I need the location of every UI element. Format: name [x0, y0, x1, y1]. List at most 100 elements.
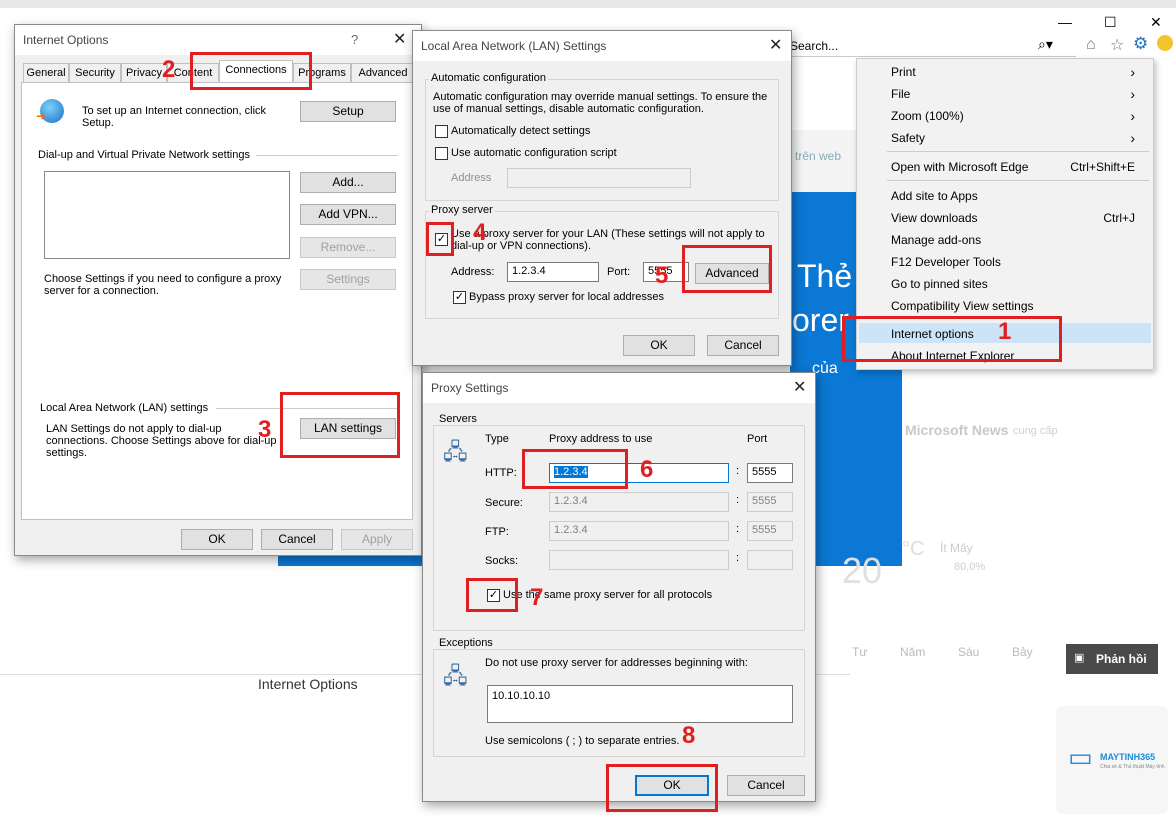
ok-button[interactable]: OK [623, 335, 695, 356]
menu-add-site[interactable]: Add site to Apps [891, 189, 978, 203]
internet-options-dialog: Internet Options ? ✕ General Security Pr… [14, 24, 422, 556]
close-icon[interactable]: ✕ [793, 377, 806, 397]
annotation-box-8 [606, 764, 718, 812]
http-port-field[interactable]: 5555 [747, 463, 793, 483]
gear-icon[interactable]: ⚙ [1133, 34, 1148, 54]
weather-condition: Ít Mây [940, 541, 973, 555]
favorites-star-icon[interactable]: ☆ [1110, 35, 1124, 55]
tab-advanced[interactable]: Advanced [351, 63, 415, 82]
cancel-button[interactable]: Cancel [727, 775, 805, 796]
chevron-right-icon: › [1130, 130, 1135, 146]
bypass-label: Bypass proxy server for local addresses [469, 291, 665, 303]
auto-address-field[interactable] [507, 168, 691, 188]
menu-view-downloads[interactable]: View downloads [891, 211, 978, 225]
cancel-button[interactable]: Cancel [261, 529, 333, 550]
search-box[interactable]: Search... ⌕▾ [784, 36, 1076, 57]
ok-button[interactable]: OK [181, 529, 253, 550]
close-icon[interactable]: ✕ [393, 29, 406, 49]
minimize-button[interactable]: — [1058, 14, 1072, 30]
annotation-box-5 [682, 245, 772, 293]
exceptions-header: Exceptions [437, 637, 495, 649]
connections-list[interactable] [44, 171, 290, 259]
menu-open-edge-shortcut: Ctrl+Shift+E [1070, 160, 1135, 174]
socks-address-field[interactable] [549, 550, 729, 570]
secure-address-field[interactable]: 1.2.3.4 [549, 492, 729, 512]
close-window-button[interactable]: ✕ [1150, 14, 1162, 31]
home-icon[interactable]: ⌂ [1086, 36, 1096, 54]
step-number-5: 5 [655, 262, 669, 289]
auto-config-header: Automatic configuration [429, 72, 548, 84]
auto-address-label: Address [451, 172, 492, 184]
titlebar: Local Area Network (LAN) Settings ✕ [413, 31, 791, 61]
annotation-box-7 [466, 578, 518, 612]
bypass-checkbox[interactable]: ✓ [453, 291, 466, 304]
setup-button[interactable]: Setup [300, 101, 396, 122]
menu-f12-tools[interactable]: F12 Developer Tools [891, 255, 1001, 269]
feedback-button[interactable]: ▣ Phản hồi [1066, 644, 1158, 674]
socks-port-field[interactable] [747, 550, 793, 570]
menu-manage-addons[interactable]: Manage add-ons [891, 233, 981, 247]
maximize-button[interactable]: ☐ [1104, 14, 1117, 31]
exceptions-text: Do not use proxy server for addresses be… [485, 657, 748, 669]
menu-separator [887, 180, 1149, 181]
settings-button[interactable]: Settings [300, 269, 396, 290]
socks-label: Socks: [485, 555, 519, 567]
tab-general[interactable]: General [23, 63, 69, 82]
menu-separator [887, 151, 1149, 152]
exceptions-field[interactable]: 10.10.10.10 [487, 685, 793, 723]
dialup-header: Dial-up and Virtual Private Network sett… [38, 149, 250, 161]
weather-humidity: 80,0% [954, 561, 986, 573]
remove-button[interactable]: Remove... [300, 237, 396, 258]
web-link-text[interactable]: trên web [795, 149, 841, 163]
step-number-4: 4 [473, 219, 487, 246]
add-button[interactable]: Add... [300, 172, 396, 193]
colon: : [736, 552, 740, 564]
address-column-header: Proxy address to use [549, 433, 653, 445]
logo-subtext: Chia sẻ & Thủ thuật Máy tính [1100, 764, 1165, 770]
step-number-3: 3 [258, 416, 272, 443]
auto-detect-checkbox[interactable] [435, 125, 448, 138]
menu-zoom[interactable]: Zoom (100%) [891, 109, 964, 123]
cancel-button[interactable]: Cancel [707, 335, 779, 356]
setup-text: To set up an Internet connection, click … [82, 105, 267, 129]
ftp-port-field[interactable]: 5555 [747, 521, 793, 541]
news-text[interactable]: Microsoft News [905, 422, 1008, 438]
lan-text: LAN Settings do not apply to dial-up con… [46, 423, 277, 459]
menu-open-edge[interactable]: Open with Microsoft Edge [891, 160, 1028, 174]
titlebar: Proxy Settings ✕ [423, 373, 815, 403]
lan-header: Local Area Network (LAN) settings [40, 402, 209, 414]
ftp-label: FTP: [485, 526, 509, 538]
exceptions-computer-icon: 🖧 [443, 663, 468, 688]
add-vpn-button[interactable]: Add VPN... [300, 204, 396, 225]
hero-title-2: orer [792, 302, 849, 338]
tab-privacy[interactable]: Privacy [121, 63, 167, 82]
secure-port-field[interactable]: 5555 [747, 492, 793, 512]
browser-top-strip [0, 0, 1176, 8]
forecast-day: Sáu [958, 645, 980, 659]
help-icon[interactable]: ? [351, 32, 358, 47]
menu-compat-view[interactable]: Compatibility View settings [891, 299, 1034, 313]
menu-safety[interactable]: Safety [891, 131, 925, 145]
proxy-address-field[interactable]: 1.2.3.4 [507, 262, 599, 282]
menu-print[interactable]: Print [891, 65, 916, 79]
search-icon[interactable]: ⌕▾ [1038, 36, 1053, 53]
ftp-address-field[interactable]: 1.2.3.4 [549, 521, 729, 541]
feedback-label: Phản hồi [1096, 652, 1147, 666]
auto-script-checkbox[interactable] [435, 147, 448, 160]
proxy-header: Proxy server [429, 204, 495, 216]
menu-pinned-sites[interactable]: Go to pinned sites [891, 277, 988, 291]
smiley-icon[interactable] [1157, 35, 1173, 51]
dialog-title: Local Area Network (LAN) Settings [421, 39, 607, 53]
forecast-days: Tư Năm Sáu Bảy [852, 645, 1052, 661]
step-number-7: 7 [530, 584, 544, 611]
secure-label: Secure: [485, 497, 523, 509]
tab-security[interactable]: Security [69, 63, 121, 82]
menu-file[interactable]: File [891, 87, 910, 101]
annotation-box-6 [522, 449, 628, 489]
close-icon[interactable]: ✕ [769, 35, 782, 55]
auto-script-label: Use automatic configuration script [451, 147, 617, 159]
window-controls: — ☐ ✕ [1050, 12, 1176, 32]
search-input[interactable]: Search... [790, 39, 838, 53]
forecast-day: Tư [852, 645, 868, 659]
apply-button[interactable]: Apply [341, 529, 413, 550]
